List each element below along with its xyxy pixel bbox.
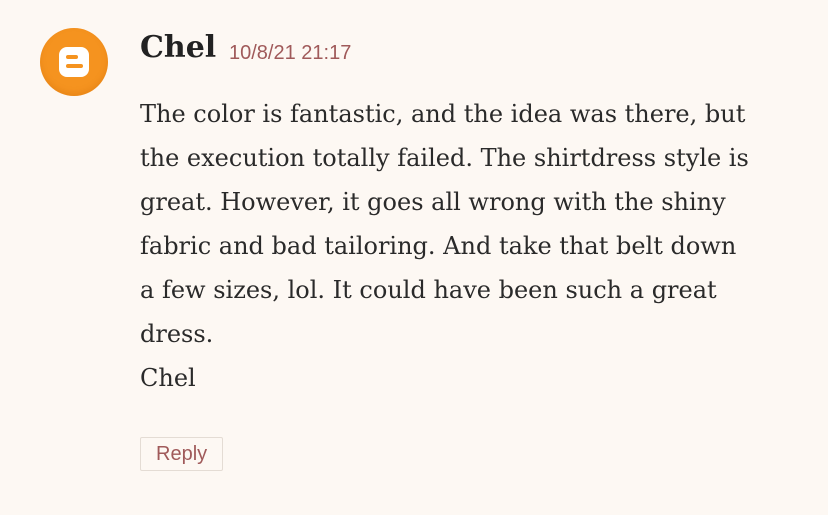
comment-body-line: dress. bbox=[140, 320, 214, 348]
comment-body: The color is fantastic, and the idea was… bbox=[140, 92, 805, 400]
comment-signature: Chel bbox=[140, 364, 196, 392]
blogger-icon[interactable] bbox=[40, 28, 108, 96]
comment-body-line: the execution totally failed. The shirtd… bbox=[140, 144, 749, 172]
comment: Chel 10/8/21 21:17 The color is fantasti… bbox=[0, 0, 828, 515]
comment-timestamp[interactable]: 10/8/21 21:17 bbox=[229, 40, 351, 66]
comment-body-line: The color is fantastic, and the idea was… bbox=[140, 100, 746, 128]
comment-body-line: fabric and bad tailoring. And take that … bbox=[140, 232, 737, 260]
reply-button[interactable]: Reply bbox=[140, 437, 224, 471]
comment-author[interactable]: Chel bbox=[140, 28, 216, 68]
blogger-logo-glyph bbox=[59, 47, 89, 77]
comment-body-line: great. However, it goes all wrong with t… bbox=[140, 188, 726, 216]
comment-body-line: a few sizes, lol. It could have been suc… bbox=[140, 276, 717, 304]
